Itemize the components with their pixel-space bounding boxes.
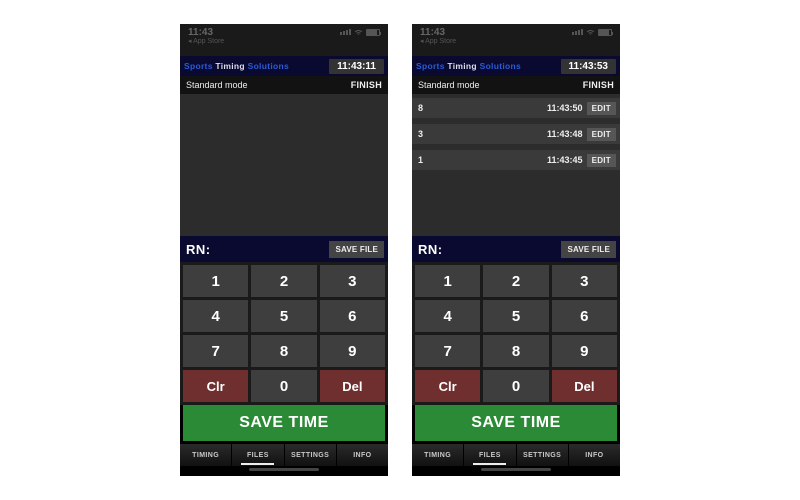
key-9[interactable]: 9 — [552, 335, 617, 367]
battery-icon — [366, 29, 380, 36]
edit-button[interactable]: EDIT — [587, 128, 616, 141]
key-clear[interactable]: Clr — [415, 370, 480, 402]
rn-bar: RN: SAVE FILE — [412, 236, 620, 262]
entries-list — [180, 94, 388, 236]
tab-timing[interactable]: TIMING — [412, 444, 464, 466]
wifi-icon — [586, 29, 595, 36]
keypad: 1 2 3 4 5 6 7 8 9 Clr 0 Del — [180, 262, 388, 405]
tab-info[interactable]: INFO — [569, 444, 620, 466]
phone-screen-2: 11:43 ◂ App Store Sports Timing Solution… — [412, 24, 620, 476]
finish-label: FINISH — [583, 80, 614, 90]
phone-screen-1: 11:43 ◂ App Store Sports Timing Solution… — [180, 24, 388, 476]
save-time-button[interactable]: SAVE TIME — [183, 405, 385, 441]
key-6[interactable]: 6 — [552, 300, 617, 332]
key-1[interactable]: 1 — [415, 265, 480, 297]
save-file-button[interactable]: SAVE FILE — [329, 241, 384, 258]
entries-list: 8 11:43:50 EDIT 3 11:43:48 EDIT 1 11:43:… — [412, 94, 620, 236]
rn-bar: RN: SAVE FILE — [180, 236, 388, 262]
status-back-to-app: ◂ App Store — [188, 38, 224, 46]
mode-bar: Standard mode FINISH — [180, 76, 388, 94]
key-4[interactable]: 4 — [183, 300, 248, 332]
brand-logo: Sports Timing Solutions — [184, 61, 289, 71]
key-2[interactable]: 2 — [483, 265, 548, 297]
key-3[interactable]: 3 — [552, 265, 617, 297]
key-5[interactable]: 5 — [483, 300, 548, 332]
entry-row: 8 11:43:50 EDIT — [412, 98, 620, 118]
status-time: 11:43 — [188, 27, 224, 38]
tab-info[interactable]: INFO — [337, 444, 388, 466]
bottom-tabs: TIMING FILES SETTINGS INFO — [412, 444, 620, 466]
signal-icon — [340, 29, 351, 35]
brand-bar: Sports Timing Solutions 11:43:53 — [412, 56, 620, 76]
ios-status-bar: 11:43 ◂ App Store — [180, 24, 388, 56]
entry-time: 11:43:45 — [547, 155, 583, 165]
key-clear[interactable]: Clr — [183, 370, 248, 402]
key-4[interactable]: 4 — [415, 300, 480, 332]
mode-bar: Standard mode FINISH — [412, 76, 620, 94]
key-7[interactable]: 7 — [183, 335, 248, 367]
ios-status-bar: 11:43 ◂ App Store — [412, 24, 620, 56]
bottom-tabs: TIMING FILES SETTINGS INFO — [180, 444, 388, 466]
mode-label: Standard mode — [418, 80, 480, 90]
key-3[interactable]: 3 — [320, 265, 385, 297]
key-1[interactable]: 1 — [183, 265, 248, 297]
key-2[interactable]: 2 — [251, 265, 316, 297]
entry-row: 1 11:43:45 EDIT — [412, 150, 620, 170]
tab-settings[interactable]: SETTINGS — [285, 444, 337, 466]
key-0[interactable]: 0 — [251, 370, 316, 402]
wifi-icon — [354, 29, 363, 36]
home-indicator — [412, 466, 620, 476]
key-0[interactable]: 0 — [483, 370, 548, 402]
key-6[interactable]: 6 — [320, 300, 385, 332]
entry-number: 1 — [418, 155, 423, 165]
rn-label: RN: — [418, 242, 443, 257]
entry-row: 3 11:43:48 EDIT — [412, 124, 620, 144]
tab-files[interactable]: FILES — [464, 444, 516, 466]
edit-button[interactable]: EDIT — [587, 154, 616, 167]
live-clock: 11:43:11 — [329, 59, 384, 74]
tab-timing[interactable]: TIMING — [180, 444, 232, 466]
brand-bar: Sports Timing Solutions 11:43:11 — [180, 56, 388, 76]
live-clock: 11:43:53 — [561, 59, 616, 74]
rn-label: RN: — [186, 242, 211, 257]
entry-time: 11:43:48 — [547, 129, 583, 139]
battery-icon — [598, 29, 612, 36]
home-indicator — [180, 466, 388, 476]
signal-icon — [572, 29, 583, 35]
entry-time: 11:43:50 — [547, 103, 583, 113]
key-delete[interactable]: Del — [320, 370, 385, 402]
key-5[interactable]: 5 — [251, 300, 316, 332]
key-delete[interactable]: Del — [552, 370, 617, 402]
entry-number: 8 — [418, 103, 423, 113]
entry-number: 3 — [418, 129, 423, 139]
brand-logo: Sports Timing Solutions — [416, 61, 521, 71]
key-8[interactable]: 8 — [483, 335, 548, 367]
keypad: 1 2 3 4 5 6 7 8 9 Clr 0 Del — [412, 262, 620, 405]
save-time-button[interactable]: SAVE TIME — [415, 405, 617, 441]
edit-button[interactable]: EDIT — [587, 102, 616, 115]
mode-label: Standard mode — [186, 80, 248, 90]
save-file-button[interactable]: SAVE FILE — [561, 241, 616, 258]
tab-settings[interactable]: SETTINGS — [517, 444, 569, 466]
status-time: 11:43 — [420, 27, 456, 38]
status-back-to-app: ◂ App Store — [420, 38, 456, 46]
tab-files[interactable]: FILES — [232, 444, 284, 466]
finish-label: FINISH — [351, 80, 382, 90]
key-7[interactable]: 7 — [415, 335, 480, 367]
key-8[interactable]: 8 — [251, 335, 316, 367]
key-9[interactable]: 9 — [320, 335, 385, 367]
